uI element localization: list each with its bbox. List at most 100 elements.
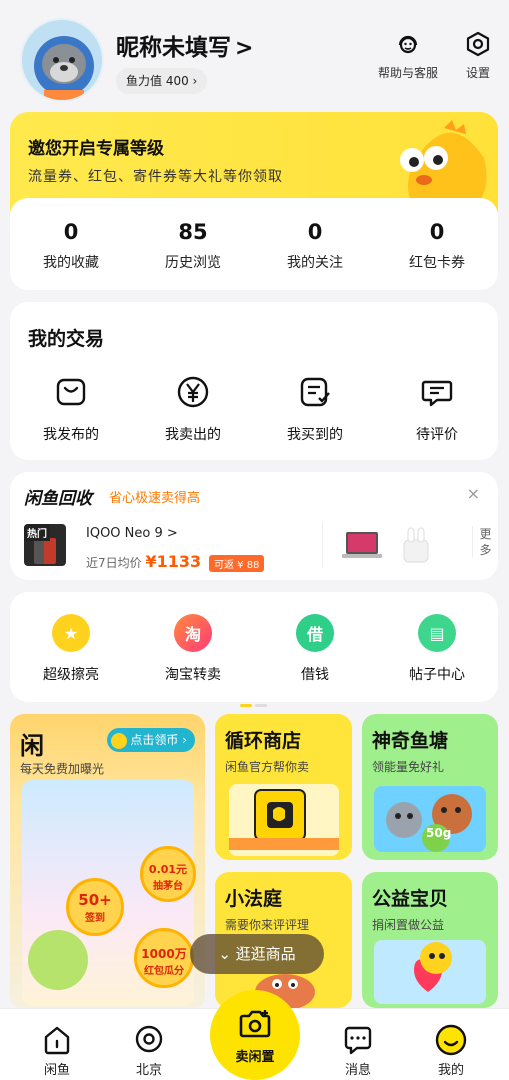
pond-title: 神奇鱼塘 (372, 730, 449, 752)
order-check-icon (300, 377, 330, 407)
recycle-store-card[interactable]: 循环商店 闲鱼官方帮你卖 (215, 714, 352, 860)
help-label: 帮助与客服 (378, 66, 439, 80)
xianyu-coin-title: 闲 (20, 732, 44, 760)
divider (322, 522, 323, 568)
decor-blob (28, 930, 88, 990)
otter-avatar-icon (22, 20, 102, 100)
tab-location[interactable]: 北京 (119, 1023, 179, 1078)
trade-to-review-label: 待评价 (416, 427, 458, 443)
stat-history[interactable]: 85 历史浏览 (132, 198, 254, 290)
stat-favorites-label: 我的收藏 (43, 255, 99, 271)
store-title: 循环商店 (225, 730, 302, 752)
pond-subtitle: 领能量免好礼 (372, 760, 445, 774)
store-subtitle: 闲鱼官方帮你卖 (225, 760, 310, 774)
badge-50-value: 50+ (78, 891, 112, 909)
shortcut-loan[interactable]: 借 借钱 (254, 592, 376, 702)
level-card[interactable]: 邀您开启专属等级 流量券、红包、寄件券等大礼等你领取 (10, 112, 498, 212)
home-icon (44, 1026, 70, 1055)
recycle-section[interactable]: 闲鱼回收 省心极速卖得高 × 热门 IQOO Neo 9 > 近7日均价 ¥11… (10, 472, 498, 580)
charity-heart-icon (374, 940, 486, 1004)
phone-name[interactable]: IQOO Neo 9 > (86, 526, 178, 541)
settings-button[interactable]: 设置 (464, 30, 492, 81)
nickname-text: 昵称未填写 (116, 35, 231, 61)
tab-home-label: 闲鱼 (43, 1063, 70, 1078)
badge-50: 50+ 签到 (66, 878, 124, 936)
post-icon: ▤ (418, 614, 456, 652)
badge-1000-sub: 红包瓜分 (144, 966, 184, 977)
recycle-subtitle: 省心极速卖得高 (109, 491, 201, 506)
pond-animals-icon (374, 786, 486, 852)
avatar[interactable] (20, 18, 104, 102)
stat-following-label: 我的关注 (287, 255, 343, 271)
tab-home[interactable]: 闲鱼 (27, 1023, 87, 1078)
smile-face-icon (435, 1024, 467, 1056)
shortcut-super-polish-label: 超级擦亮 (43, 667, 99, 683)
badge-001: 0.01元 抽茅台 (140, 846, 196, 902)
shortcut-taobao-resell-label: 淘宝转卖 (165, 667, 221, 683)
stat-following[interactable]: 0 我的关注 (254, 198, 376, 290)
charity-subtitle: 捐闲置做公益 (372, 918, 445, 932)
xianyu-coin-card[interactable]: 闲 点击领币 › 每天免费加曝光 50+ 签到 0.01元 抽茅台 1000万 … (10, 714, 205, 1010)
magic-pond-card[interactable]: 神奇鱼塘 领能量免好礼 50g (362, 714, 498, 860)
settings-label: 设置 (465, 66, 490, 80)
badge-50-sub: 签到 (85, 913, 105, 924)
trade-published-label: 我发布的 (43, 427, 99, 443)
more-button[interactable]: 更多 (472, 526, 492, 558)
trade-to-review[interactable]: 待评价 (376, 374, 498, 444)
fish-power-badge[interactable]: 鱼力值 400 › (116, 68, 208, 94)
badge-001-value: 0.01元 (148, 863, 188, 876)
comment-icon (421, 380, 453, 407)
court-subtitle: 需要你来评评理 (225, 918, 310, 932)
tab-messages[interactable]: 消息 (328, 1023, 388, 1078)
refund-badge: 可返 ¥ 88 (208, 555, 265, 572)
tab-mine-label: 我的 (437, 1063, 464, 1078)
coin-illustration: 50+ 签到 0.01元 抽茅台 1000万 红包瓜分 (22, 780, 196, 1006)
close-icon[interactable]: × (467, 484, 480, 503)
recycle-title: 闲鱼回收 (24, 489, 92, 509)
trade-sold[interactable]: 我卖出的 (132, 374, 254, 444)
browse-products-button[interactable]: ⌄ 逛逛商品 (190, 934, 324, 974)
shortcut-taobao-resell[interactable]: 淘 淘宝转卖 (132, 592, 254, 702)
stat-history-num: 85 (178, 220, 208, 244)
location-icon (135, 1025, 163, 1053)
pond-badge: 50g (426, 826, 452, 840)
badge-001-sub: 抽茅台 (153, 881, 183, 892)
stats-bar: 0 我的收藏 85 历史浏览 0 我的关注 0 红包卡券 (10, 198, 498, 290)
level-subtitle: 流量券、红包、寄件券等大礼等你领取 (28, 169, 283, 185)
stat-coupons[interactable]: 0 红包卡券 (376, 198, 498, 290)
stat-history-label: 历史浏览 (165, 255, 221, 271)
badge-1000-value: 1000万 (141, 947, 187, 961)
stat-favorites[interactable]: 0 我的收藏 (10, 198, 132, 290)
hot-phone-thumb: 热门 (24, 524, 66, 566)
shortcut-loan-label: 借钱 (301, 667, 329, 683)
avg-price: ¥1133 (145, 552, 202, 571)
xianyu-coin-subtitle: 每天免费加曝光 (20, 762, 105, 776)
support-icon (398, 35, 418, 54)
laptop-icon[interactable] (340, 524, 384, 564)
shortcut-post-center[interactable]: ▤ 帖子中心 (376, 592, 498, 702)
avg-prefix: 近7日均价 (86, 556, 142, 570)
help-button[interactable]: 帮助与客服 (378, 30, 438, 81)
stat-following-num: 0 (307, 220, 323, 244)
profile-header: 昵称未填写 > 鱼力值 400 › 帮助与客服 设置 (0, 0, 509, 110)
avg-price-row: 近7日均价 ¥1133 可返 ¥ 88 (86, 552, 265, 572)
collect-coin-button[interactable]: 点击领币 › (107, 728, 195, 752)
my-trade-section: 我的交易 我发布的 我卖出的 我买到的 待评价 (10, 302, 498, 460)
sell-idle-button[interactable]: 卖闲置 (210, 990, 300, 1080)
charity-title: 公益宝贝 (372, 888, 449, 910)
trade-sold-label: 我卖出的 (165, 427, 221, 443)
trade-bought-label: 我买到的 (287, 427, 343, 443)
trade-bought[interactable]: 我买到的 (254, 374, 376, 444)
sell-label: 卖闲置 (235, 1050, 275, 1065)
trade-published[interactable]: 我发布的 (10, 374, 132, 444)
badge-1000: 1000万 红包瓜分 (134, 928, 194, 988)
tab-location-label: 北京 (135, 1063, 162, 1078)
nickname[interactable]: 昵称未填写 > (116, 28, 253, 62)
shortcut-super-polish[interactable]: ★ 超级擦亮 (10, 592, 132, 702)
tab-mine[interactable]: 我的 (421, 1023, 481, 1078)
stat-favorites-num: 0 (63, 220, 79, 244)
charity-card[interactable]: 公益宝贝 捐闲置做公益 (362, 872, 498, 1008)
coin-icon (111, 732, 128, 749)
earbuds-icon[interactable] (396, 522, 436, 566)
camera-icon (239, 1010, 271, 1038)
